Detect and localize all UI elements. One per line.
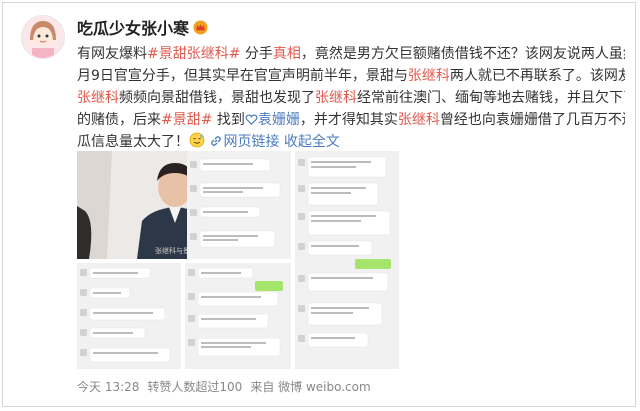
chat-screenshot-1[interactable] [187,151,291,259]
keyword-zhangjike[interactable]: 张继科 [77,90,119,106]
keyword-zhangjike[interactable]: 张继科 [398,112,440,128]
text-segment: ，并才得知其实 [299,112,398,128]
text-segment: 找到 [212,112,245,128]
sweat-smile-emoji-icon [189,132,205,148]
keyword-zhangjike[interactable]: 张继科 [315,90,357,106]
heart-icon [245,114,258,125]
post-line: 的赌债，后来#景甜# 找到袁姗姗，并才得知其实张继科曾经也向袁姗姗借了几百万不还… [77,109,625,131]
post-meta: 今天 13:28 转赞人数超过100 来自 微博 weibo.com [77,378,379,395]
username[interactable]: 吃瓜少女张小寒 [77,15,208,39]
user-avatar[interactable] [21,15,65,59]
text-segment: ，竟然是男方欠巨额赌债借钱不还？该网友说两人虽然是6 [300,46,625,62]
post-line: 张继科频频向景甜借钱，景甜也发现了张继科经常前往澳门、缅甸等地去赌钱，并且欠下了… [77,87,625,109]
image-gallery: 张继科与景甜 [77,151,605,369]
post-line: 月9日官宣分手，但其实早在官宣声明前半年，景甜与张继科两人就已不再联系了。该网友… [77,65,625,87]
keyword-truth[interactable]: 真相 [273,46,301,62]
topic-tag-jingtian-zhangjike[interactable]: #景甜张继科# [147,46,240,62]
keyword-zhangjike[interactable]: 张继科 [408,68,450,84]
text-segment: 分手 [240,46,273,62]
chat-screenshot-image [185,263,291,369]
text-segment: 瓜信息量太大了！ [77,134,189,150]
text-segment: 月9日官宣分手，但其实早在官宣声明前半年，景甜与 [77,68,408,84]
text-segment: 两人就已不再联系了。该网友还曝料 [449,68,625,84]
username-text[interactable]: 吃瓜少女张小寒 [77,19,189,38]
text-segment: 有网友爆料 [77,46,147,62]
repost-count: 转赞人数超过100 [147,380,243,394]
link-icon [211,136,222,146]
chat-screenshot-image [187,151,291,259]
text-segment: 曾经也向袁姗姗借了几百万不还，这 [439,112,625,128]
chat-screenshot-2[interactable] [77,263,181,369]
collapse-text-button[interactable]: 收起全文 [284,134,340,150]
post-line: 瓜信息量太大了！ 网页链接 收起全文 [77,131,625,153]
text-segment: 的赌债，后来 [77,112,161,128]
post-timestamp[interactable]: 今天 13:28 [77,380,139,394]
post-text: 有网友爆料#景甜张继科# 分手真相，竟然是男方欠巨额赌债借钱不还？该网友说两人虽… [77,43,625,153]
web-link-label[interactable]: 网页链接 [223,134,279,150]
web-link[interactable]: 网页链接 [209,134,279,150]
chat-screenshot-image [295,151,399,369]
crown-icon [193,20,208,35]
text-segment: 经常前往澳门、缅甸等地去赌钱，并且欠下了巨额 [357,90,625,106]
chat-screenshot-image [77,263,181,369]
weibo-post-card: 吃瓜少女张小寒 有网友爆料#景甜张继科# 分手真相，竟然是男方欠巨额赌债借钱不还… [2,2,636,407]
topic-tag-jingtian[interactable]: #景甜# [161,112,212,128]
chat-screenshot-4[interactable] [295,151,399,369]
chat-screenshot-3[interactable] [185,263,291,369]
post-source: 来自 微博 weibo.com [250,380,371,394]
post-line: 有网友爆料#景甜张继科# 分手真相，竟然是男方欠巨额赌债借钱不还？该网友说两人虽… [77,43,625,65]
mention-yuanshanshan[interactable]: 袁姗姗 [258,112,300,128]
text-segment: 频频向景甜借钱，景甜也发现了 [119,90,315,106]
